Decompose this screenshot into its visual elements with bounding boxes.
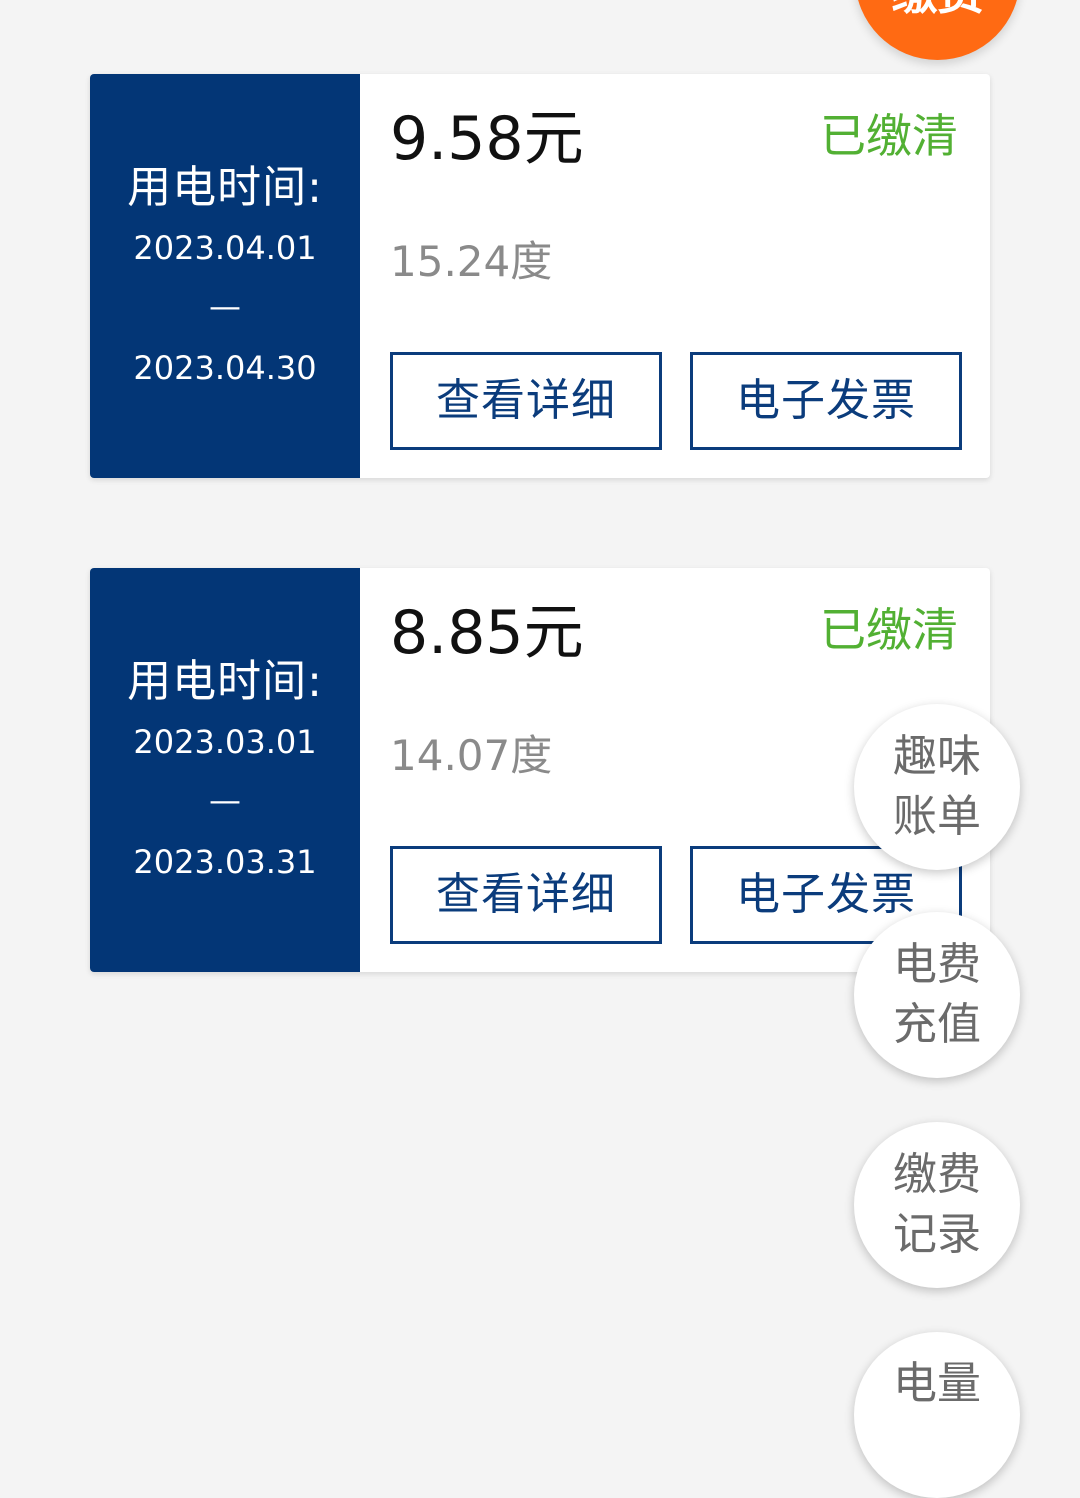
electricity-usage: 14.07度	[390, 731, 553, 780]
e-invoice-button[interactable]: 电子发票	[690, 352, 962, 450]
view-detail-button[interactable]: 查看详细	[390, 846, 662, 944]
electricity-usage-fab-button[interactable]: 电量	[854, 1332, 1020, 1498]
period-title: 用电时间:	[127, 656, 323, 707]
fab-label-line1: 电量	[893, 1358, 981, 1409]
fun-bill-fab-button[interactable]: 趣味 账单	[854, 704, 1020, 870]
period-title: 用电时间:	[127, 162, 323, 213]
fab-label-line2: 记录	[893, 1209, 981, 1260]
payment-status-badge: 已缴清	[820, 603, 958, 657]
view-detail-button[interactable]: 查看详细	[390, 352, 662, 450]
billing-period-panel: 用电时间: 2023.04.01 — 2023.04.30	[90, 74, 360, 478]
fab-label-line1: 趣味	[893, 731, 981, 782]
period-start-date: 2023.04.01	[133, 229, 317, 267]
pay-fab-label: 缴费	[855, 0, 1020, 16]
fab-label-line1: 缴费	[893, 1149, 981, 1200]
payment-records-fab-button[interactable]: 缴费 记录	[854, 1122, 1020, 1288]
payment-status-badge: 已缴清	[820, 109, 958, 163]
bill-amount: 9.58元	[390, 104, 584, 174]
period-separator: —	[209, 781, 241, 819]
bill-card: 用电时间: 2023.04.01 — 2023.04.30 9.58元 已缴清 …	[90, 74, 990, 478]
period-end-date: 2023.03.31	[133, 843, 317, 881]
period-start-date: 2023.03.01	[133, 723, 317, 761]
pay-fab-button[interactable]: 缴费	[855, 0, 1020, 60]
bill-amount: 8.85元	[390, 598, 584, 668]
billing-period-panel: 用电时间: 2023.03.01 — 2023.03.31	[90, 568, 360, 972]
period-end-date: 2023.04.30	[133, 349, 317, 387]
fab-label-line1: 电费	[893, 939, 981, 990]
fab-label-line2: 账单	[893, 791, 981, 842]
electricity-usage: 15.24度	[390, 237, 553, 286]
recharge-fab-button[interactable]: 电费 充值	[854, 912, 1020, 1078]
fab-label-line2: 充值	[893, 999, 981, 1050]
period-separator: —	[209, 287, 241, 325]
